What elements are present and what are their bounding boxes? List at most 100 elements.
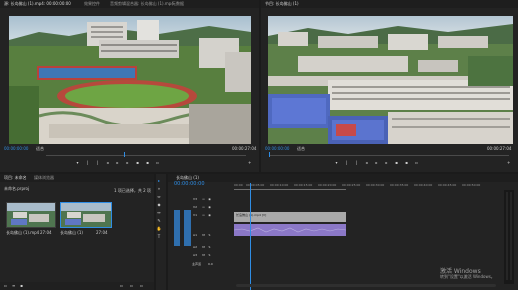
program-transport-controls: ▾ | | ◂ ▸ ▸ ▪ ▪ ▫	[335, 161, 455, 166]
source-timecode-current[interactable]: 00:00:00:00	[4, 146, 28, 151]
hand-tool-icon[interactable]: ✋	[156, 226, 162, 231]
project-panel: 项目: 未命名 媒体浏览器 未命名.prproj 1 项已选择，共 2 项 长岛…	[0, 174, 154, 290]
mute-icon[interactable]: M	[202, 234, 205, 237]
pen-tool-icon[interactable]: ✎	[156, 218, 162, 223]
list-view-icon[interactable]: ≡	[12, 284, 15, 288]
ruler-tick: 00:00:30:00	[366, 183, 385, 187]
type-tool-icon[interactable]: T	[156, 234, 162, 239]
project-tabbar: 项目: 未命名 媒体浏览器	[0, 174, 154, 182]
program-monitor-panel: 节目: 长岛佛山 (1) 00:00:00:00 适合 00:00:27:04 …	[261, 0, 518, 172]
source-video-image	[9, 16, 251, 144]
solo-icon[interactable]: S	[208, 234, 211, 237]
toggle-sync-lock-icon[interactable]: ▫	[202, 214, 205, 217]
clip-thumbnail-1[interactable]	[6, 202, 56, 228]
razor-tool-icon[interactable]: ◆	[156, 202, 162, 207]
toggle-output-icon[interactable]: ◉	[208, 198, 211, 201]
program-timecode-duration: 00:00:27:04	[487, 146, 512, 151]
toggle-output-icon[interactable]: ◉	[208, 206, 211, 209]
video-source-patch[interactable]	[184, 210, 191, 246]
program-playhead[interactable]	[269, 152, 270, 157]
toggle-output-icon[interactable]: ◉	[208, 214, 211, 217]
insert-icon[interactable]: ▪	[136, 161, 139, 165]
program-mark-in-icon[interactable]: ▾	[335, 161, 338, 165]
program-tabbar: 节目: 长岛佛山 (1)	[261, 0, 518, 8]
tab-media-browser[interactable]: 媒体浏览器	[34, 175, 54, 181]
new-bin-icon[interactable]: ▫	[120, 284, 123, 288]
mute-icon[interactable]: M	[202, 246, 205, 249]
mute-icon[interactable]: M	[202, 254, 205, 257]
program-step-back-icon[interactable]: ◂	[365, 161, 368, 165]
selection-tool-icon[interactable]: ▸	[156, 178, 162, 183]
toggle-sync-lock-icon[interactable]: ▫	[202, 198, 205, 201]
source-timecode-duration: 00:00:27:04	[232, 146, 257, 151]
solo-icon[interactable]: S	[208, 246, 211, 249]
toggle-sync-lock-icon[interactable]: ▫	[202, 206, 205, 209]
track-label-a3[interactable]: A3	[192, 254, 198, 257]
program-video-image	[268, 16, 513, 144]
track-label-a2[interactable]: A2	[192, 246, 198, 249]
track-label-v1[interactable]: V1	[192, 214, 198, 217]
overwrite-icon[interactable]: ▪	[146, 161, 149, 165]
mark-out-icon[interactable]: |	[86, 161, 89, 165]
ruler-tick: 00:00:40:00	[414, 183, 433, 187]
tab-metadata[interactable]: 元数据	[172, 1, 184, 7]
video-clip-label: 长岛佛山 (1).mp4 [V]	[236, 213, 267, 217]
solo-icon[interactable]: S	[208, 254, 211, 257]
slip-tool-icon[interactable]: ↔	[156, 210, 162, 215]
timeline-playhead[interactable]	[250, 183, 251, 290]
track-label-a1[interactable]: A1	[192, 234, 198, 237]
lock-icon[interactable]: ▫	[4, 284, 7, 288]
track-label-v3[interactable]: V3	[192, 198, 198, 201]
program-play-icon[interactable]: ▸	[375, 161, 378, 165]
lift-icon[interactable]: ▪	[395, 161, 398, 165]
clip-duration-1: 27:04	[40, 230, 52, 235]
play-icon[interactable]: ▸	[116, 161, 119, 165]
step-forward-icon[interactable]: ▸	[126, 161, 129, 165]
tab-source[interactable]: 源: 长岛佛山 (1).mp4: 00:00:00:00	[4, 1, 71, 7]
video-target-indicator[interactable]	[174, 210, 180, 246]
program-step-forward-icon[interactable]: ▸	[385, 161, 388, 165]
ruler-tick: 00:00:10:00	[270, 183, 289, 187]
watermark-line2: 转到"设置"以激活 Windows。	[440, 274, 495, 279]
track-select-tool-icon[interactable]: »	[156, 186, 162, 191]
source-scrubber[interactable]	[46, 155, 246, 156]
timeline-timecode[interactable]: 00:00:00:00	[174, 181, 205, 187]
track-label-v2[interactable]: V2	[192, 206, 198, 209]
clip-name-1[interactable]: 长岛佛山 (1).mp4	[6, 230, 39, 236]
ruler-tick: 00:00:20:00	[318, 183, 337, 187]
ripple-edit-tool-icon[interactable]: ⇔	[156, 194, 162, 199]
source-video-frame	[9, 16, 251, 144]
icon-view-icon[interactable]: ▪	[20, 284, 23, 288]
ruler-tick: 00:00	[234, 183, 243, 187]
program-fit-dropdown[interactable]: 适合	[297, 146, 305, 152]
source-fit-dropdown[interactable]: 适合	[36, 146, 44, 152]
source-playhead[interactable]	[124, 152, 125, 157]
program-scrubber[interactable]	[269, 155, 509, 156]
tab-project[interactable]: 项目: 未命名	[4, 175, 27, 181]
new-item-icon[interactable]: ▫	[130, 284, 133, 288]
tab-audio-clip-mixer[interactable]: 音频剪辑混合器: 长岛佛山 (1).mp4	[110, 1, 174, 7]
master-track-label: 主声道	[192, 262, 202, 266]
program-settings-icon[interactable]: +	[507, 161, 510, 165]
step-back-icon[interactable]: ◂	[106, 161, 109, 165]
tab-program[interactable]: 节目: 长岛佛山 (1)	[265, 1, 299, 7]
program-export-frame-icon[interactable]: ▫	[415, 161, 418, 165]
master-track-value[interactable]: 0.0	[208, 262, 213, 266]
extract-icon[interactable]: ▪	[405, 161, 408, 165]
source-transport-controls: ▾ | | ◂ ▸ ▸ ▪ ▪ ▫	[76, 161, 196, 166]
source-settings-icon[interactable]: +	[248, 161, 251, 165]
program-go-to-in-icon[interactable]: |	[355, 161, 358, 165]
go-to-in-icon[interactable]: |	[96, 161, 99, 165]
project-bottom-bar: ▫ ≡ ▪ ▫ ▫ ▫	[0, 282, 154, 290]
mark-in-icon[interactable]: ▾	[76, 161, 79, 165]
project-item-count: 1 项已选择，共 2 项	[114, 188, 151, 193]
tab-effect-controls[interactable]: 效果控件	[84, 1, 100, 7]
clip-name-2[interactable]: 长岛佛山 (1)	[60, 230, 83, 236]
windows-activation-watermark: 激活 Windows 转到"设置"以激活 Windows。	[440, 266, 518, 286]
clip-thumbnail-2[interactable]	[60, 202, 112, 228]
clip-duration-2: 27:04	[96, 230, 108, 235]
clear-icon[interactable]: ▫	[140, 284, 143, 288]
program-mark-out-icon[interactable]: |	[345, 161, 348, 165]
export-frame-icon[interactable]: ▫	[156, 161, 159, 165]
program-timecode-current[interactable]: 00:00:00:00	[265, 146, 289, 151]
